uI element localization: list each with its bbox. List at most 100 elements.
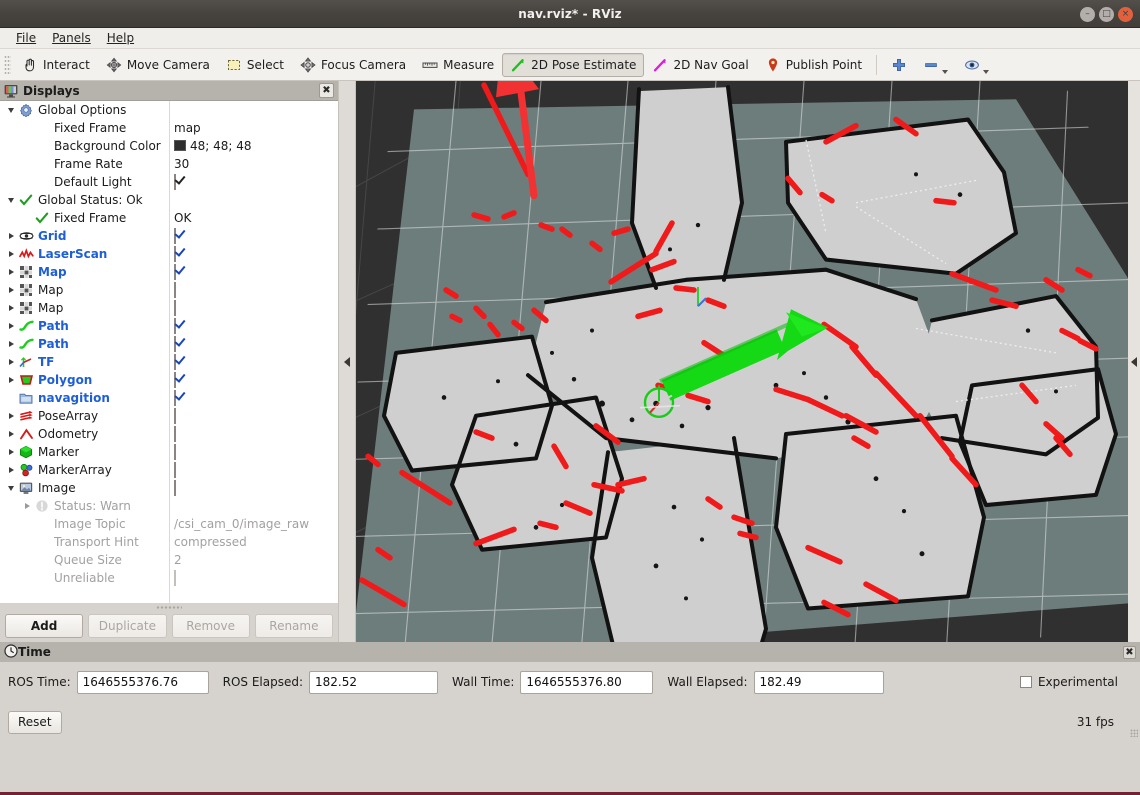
display-row-checkbox-cell[interactable] (174, 247, 176, 261)
display-row-checkbox-cell[interactable] (174, 391, 176, 405)
display-row-frame-rate[interactable]: Frame Rate30 (0, 155, 338, 173)
display-enable-checkbox-unchecked[interactable] (174, 462, 176, 478)
tool-measure[interactable]: Measure (414, 53, 502, 77)
tool-publish-point[interactable]: Publish Point (757, 53, 870, 77)
expand-arrow-icon[interactable] (4, 227, 18, 245)
display-enable-checkbox-unchecked[interactable] (174, 408, 176, 424)
expand-arrow-icon[interactable] (4, 353, 18, 371)
display-row-checkbox-cell[interactable] (174, 175, 176, 189)
display-enable-checkbox-checked[interactable] (174, 336, 176, 352)
display-row-queue-size[interactable]: Queue Size2 (0, 551, 338, 569)
display-row-checkbox-cell[interactable] (174, 337, 176, 351)
display-row-fixed-frame[interactable]: Fixed FrameOK (0, 209, 338, 227)
display-row-checkbox-cell[interactable] (174, 229, 176, 243)
display-row-value[interactable]: /csi_cam_0/image_raw (174, 517, 309, 531)
default-light-checkbox-checked[interactable] (174, 174, 176, 190)
tool-remove-panel-minus[interactable] (915, 53, 956, 77)
display-row-background-color[interactable]: Background Color48; 48; 48 (0, 137, 338, 155)
collapse-arrow-icon[interactable] (4, 101, 18, 119)
render-viewport-3d[interactable] (356, 81, 1128, 642)
display-row-odometry[interactable]: Odometry (0, 425, 338, 443)
displays-panel-close-button[interactable]: ✖ (319, 83, 334, 98)
display-row-global-status-ok[interactable]: Global Status: Ok (0, 191, 338, 209)
display-row-marker[interactable]: Marker (0, 443, 338, 461)
time-panel-close-button[interactable]: ✖ (1123, 646, 1136, 659)
display-row-checkbox-cell[interactable] (174, 427, 176, 441)
tool-view-visibility-eye[interactable] (956, 53, 997, 77)
display-row-laserscan[interactable]: LaserScan (0, 245, 338, 263)
display-row-value[interactable]: 2 (174, 553, 182, 567)
display-enable-checkbox-checked[interactable] (174, 354, 176, 370)
display-enable-checkbox-checked[interactable] (174, 264, 176, 280)
add-button[interactable]: Add (5, 614, 83, 638)
display-row-checkbox-cell[interactable] (174, 265, 176, 279)
expand-arrow-icon[interactable] (4, 317, 18, 335)
tool-focus-camera[interactable]: Focus Camera (292, 53, 414, 77)
expand-arrow-icon[interactable] (4, 371, 18, 389)
reset-button[interactable]: Reset (8, 711, 62, 734)
unreliable-checkbox-disabled[interactable] (174, 570, 176, 586)
experimental-toggle[interactable]: Experimental (1020, 675, 1132, 689)
display-enable-checkbox-unchecked[interactable] (174, 426, 176, 442)
display-row-map[interactable]: Map (0, 263, 338, 281)
display-enable-checkbox-checked[interactable] (174, 246, 176, 262)
display-row-grid[interactable]: Grid (0, 227, 338, 245)
display-enable-checkbox-unchecked[interactable] (174, 444, 176, 460)
left-dock-collapse-handle[interactable] (338, 81, 356, 642)
tool-interact[interactable]: Interact (14, 53, 98, 77)
display-row-checkbox-cell[interactable] (174, 409, 176, 423)
display-row-tf[interactable]: TF (0, 353, 338, 371)
displays-tree[interactable]: Global OptionsFixed FramemapBackground C… (0, 101, 338, 603)
display-enable-checkbox-checked[interactable] (174, 228, 176, 244)
display-row-value[interactable]: 30 (174, 157, 189, 171)
duplicate-button[interactable]: Duplicate (88, 614, 166, 638)
display-row-default-light[interactable]: Default Light (0, 173, 338, 191)
menu-file[interactable]: File (8, 30, 44, 46)
tool-2d-pose-estimate[interactable]: 2D Pose Estimate (502, 53, 644, 77)
expand-arrow-icon[interactable] (4, 335, 18, 353)
display-row-checkbox-cell[interactable] (174, 355, 176, 369)
expand-arrow-icon[interactable] (20, 497, 34, 515)
panel-splitter[interactable] (0, 603, 338, 612)
expand-arrow-icon[interactable] (4, 407, 18, 425)
display-row-checkbox-cell[interactable] (174, 373, 176, 387)
close-icon[interactable]: × (1118, 7, 1133, 22)
maximize-icon[interactable]: □ (1099, 7, 1114, 22)
expand-arrow-icon[interactable] (4, 425, 18, 443)
expand-arrow-icon[interactable] (4, 245, 18, 263)
menu-help[interactable]: Help (99, 30, 142, 46)
display-enable-checkbox-checked[interactable] (174, 372, 176, 388)
display-row-checkbox-cell[interactable] (174, 319, 176, 333)
display-row-global-options[interactable]: Global Options (0, 101, 338, 119)
right-dock-collapse-handle[interactable] (1128, 81, 1140, 642)
tool-2d-nav-goal[interactable]: 2D Nav Goal (644, 53, 756, 77)
display-row-polygon[interactable]: Polygon (0, 371, 338, 389)
tool-select[interactable]: Select (218, 53, 292, 77)
display-row-path[interactable]: Path (0, 317, 338, 335)
display-enable-checkbox-unchecked[interactable] (174, 480, 176, 496)
display-row-navagition[interactable]: navagition (0, 389, 338, 407)
display-row-unreliable[interactable]: Unreliable (0, 569, 338, 587)
chevron-down-icon[interactable] (942, 70, 948, 74)
background-color-value[interactable]: 48; 48; 48 (174, 139, 252, 153)
collapse-arrow-icon[interactable] (4, 479, 18, 497)
display-row-checkbox-cell[interactable] (174, 571, 176, 585)
expand-arrow-icon[interactable] (4, 461, 18, 479)
remove-button[interactable]: Remove (172, 614, 250, 638)
minimize-icon[interactable]: – (1080, 7, 1095, 22)
display-row-checkbox-cell[interactable] (174, 445, 176, 459)
ros-elapsed-input[interactable]: 182.52 (309, 671, 438, 694)
display-row-fixed-frame[interactable]: Fixed Framemap (0, 119, 338, 137)
display-row-checkbox-cell[interactable] (174, 463, 176, 477)
experimental-checkbox[interactable] (1020, 676, 1032, 688)
expand-arrow-icon[interactable] (4, 299, 18, 317)
rename-button[interactable]: Rename (255, 614, 333, 638)
collapse-arrow-icon[interactable] (4, 191, 18, 209)
menu-panels[interactable]: Panels (44, 30, 99, 46)
wall-time-input[interactable]: 1646555376.80 (520, 671, 653, 694)
tool-move-camera[interactable]: Move Camera (98, 53, 218, 77)
expand-arrow-icon[interactable] (4, 281, 18, 299)
display-row-value[interactable]: map (174, 121, 201, 135)
display-row-map[interactable]: Map (0, 281, 338, 299)
display-row-checkbox-cell[interactable] (174, 283, 176, 297)
